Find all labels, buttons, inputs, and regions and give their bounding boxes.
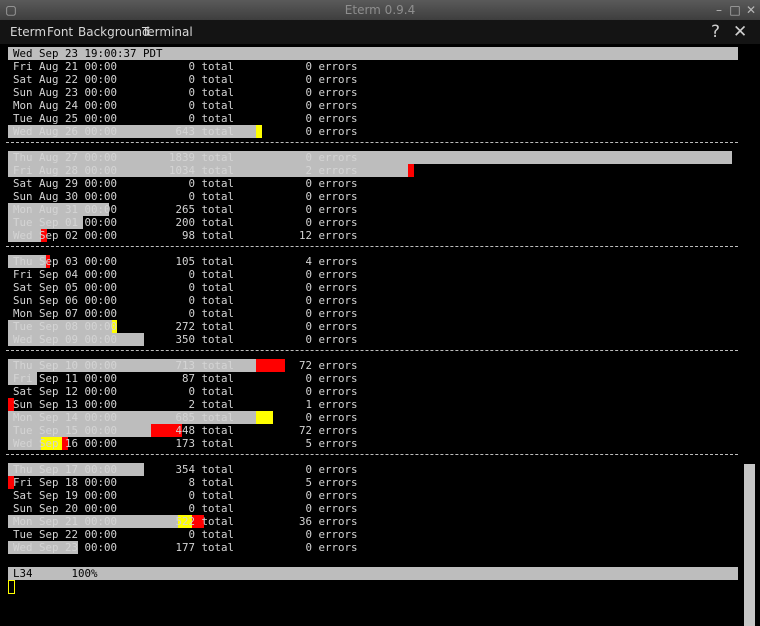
row-text: Wed Sep 23 00:00 177 total 0 errors [13,541,358,554]
table-row: Fri Sep 18 00:00 8 total 5 errors [8,476,738,489]
table-row: Tue Sep 08 00:00 272 total 0 errors [8,320,738,333]
table-row: Tue Sep 22 00:00 0 total 0 errors [8,528,738,541]
table-row: Fri Sep 11 00:00 87 total 0 errors [8,372,738,385]
week-separator [6,142,738,143]
table-row: Tue Sep 01 00:00 200 total 0 errors [8,216,738,229]
row-text: Sun Sep 13 00:00 2 total 1 errors [13,398,358,411]
table-row: Sun Sep 20 00:00 0 total 0 errors [8,502,738,515]
title-bar[interactable]: ▢ Eterm 0.9.4 – □ ✕ [0,0,760,20]
row-text: Mon Aug 24 00:00 0 total 0 errors [13,99,358,112]
table-row: Sun Aug 23 00:00 0 total 0 errors [8,86,738,99]
table-row: Sun Sep 13 00:00 2 total 1 errors [8,398,738,411]
row-text: Fri Sep 04 00:00 0 total 0 errors [13,268,358,281]
row-text: Tue Sep 01 00:00 200 total 0 errors [13,216,358,229]
row-text: Thu Sep 03 00:00 105 total 4 errors [13,255,358,268]
table-row: Sat Sep 05 00:00 0 total 0 errors [8,281,738,294]
scrollbar[interactable] [744,44,760,626]
maximize-icon[interactable]: □ [728,3,742,17]
table-row: Sat Aug 29 00:00 0 total 0 errors [8,177,738,190]
table-row: Sat Aug 22 00:00 0 total 0 errors [8,73,738,86]
table-row: Sun Sep 06 00:00 0 total 0 errors [8,294,738,307]
table-row: Fri Sep 04 00:00 0 total 0 errors [8,268,738,281]
status-line-text: L34 100% [13,567,98,580]
header-line: Wed Sep 23 19:00:37 PDT [8,47,738,60]
table-row: Thu Sep 10 00:00 713 total 72 errors [8,359,738,372]
row-text: Tue Sep 08 00:00 272 total 0 errors [13,320,358,333]
row-text: Fri Aug 28 00:00 1034 total 2 errors [13,164,358,177]
menu-eterm[interactable]: Eterm [10,25,46,39]
row-text: Fri Aug 21 00:00 0 total 0 errors [13,60,358,73]
table-row: Wed Sep 16 00:00 173 total 5 errors [8,437,738,450]
table-row: Sun Aug 30 00:00 0 total 0 errors [8,190,738,203]
terminal-area[interactable]: Wed Sep 23 19:00:37 PDT Fri Aug 21 00:00… [0,44,744,600]
row-text: Sat Aug 29 00:00 0 total 0 errors [13,177,358,190]
table-row: Tue Aug 25 00:00 0 total 0 errors [8,112,738,125]
row-text: Wed Sep 09 00:00 350 total 0 errors [13,333,358,346]
close-icon[interactable]: ✕ [733,22,747,42]
row-text: Mon Aug 31 00:00 265 total 0 errors [13,203,358,216]
table-row: Wed Sep 02 00:00 98 total 12 errors [8,229,738,242]
table-row: Wed Aug 26 00:00 643 total 0 errors [8,125,738,138]
window-title: Eterm 0.9.4 [344,3,416,17]
row-text: Thu Sep 17 00:00 354 total 0 errors [13,463,358,476]
table-row: Wed Sep 09 00:00 350 total 0 errors [8,333,738,346]
row-text: Sun Sep 06 00:00 0 total 0 errors [13,294,358,307]
histogram-bar-red [408,164,414,177]
menu-terminal[interactable]: Terminal [142,25,193,39]
minimize-icon[interactable]: – [712,3,726,17]
row-text: Wed Aug 26 00:00 643 total 0 errors [13,125,358,138]
row-text: Sat Aug 22 00:00 0 total 0 errors [13,73,358,86]
text-cursor [8,580,15,594]
row-text: Sat Sep 05 00:00 0 total 0 errors [13,281,358,294]
row-text: Mon Sep 07 00:00 0 total 0 errors [13,307,358,320]
week-separator [6,246,738,247]
table-row: Fri Aug 21 00:00 0 total 0 errors [8,60,738,73]
table-row: Sat Sep 12 00:00 0 total 0 errors [8,385,738,398]
row-text: Thu Aug 27 00:00 1839 total 0 errors [13,151,358,164]
row-text: Fri Sep 18 00:00 8 total 5 errors [13,476,358,489]
week-separator [6,350,738,351]
table-row: Thu Sep 17 00:00 354 total 0 errors [8,463,738,476]
table-row: Thu Aug 27 00:00 1839 total 0 errors [8,151,738,164]
row-text: Tue Sep 22 00:00 0 total 0 errors [13,528,358,541]
table-row: Tue Sep 15 00:00 448 total 72 errors [8,424,738,437]
week-separator [6,454,738,455]
status-line: L34 100% [8,567,738,580]
table-row: Thu Sep 03 00:00 105 total 4 errors [8,255,738,268]
table-row: Mon Sep 07 00:00 0 total 0 errors [8,307,738,320]
row-text: Sat Sep 19 00:00 0 total 0 errors [13,489,358,502]
row-text: Fri Sep 11 00:00 87 total 0 errors [13,372,358,385]
row-text: Sat Sep 12 00:00 0 total 0 errors [13,385,358,398]
menu-background[interactable]: Background [78,25,150,39]
header-line-text: Wed Sep 23 19:00:37 PDT [13,47,163,60]
table-row: Fri Aug 28 00:00 1034 total 2 errors [8,164,738,177]
row-text: Sun Sep 20 00:00 0 total 0 errors [13,502,358,515]
table-row: Mon Aug 31 00:00 265 total 0 errors [8,203,738,216]
row-text: Thu Sep 10 00:00 713 total 72 errors [13,359,358,372]
row-text: Mon Sep 14 00:00 685 total 0 errors [13,411,358,424]
table-row: Mon Sep 21 00:00 522 total 36 errors [8,515,738,528]
row-text: Sun Aug 23 00:00 0 total 0 errors [13,86,358,99]
row-text: Sun Aug 30 00:00 0 total 0 errors [13,190,358,203]
row-text: Tue Aug 25 00:00 0 total 0 errors [13,112,358,125]
table-row: Mon Aug 24 00:00 0 total 0 errors [8,99,738,112]
menu-bar: Eterm Font Background Terminal ? ✕ [0,20,760,44]
menu-font[interactable]: Font [47,25,73,39]
row-text: Wed Sep 16 00:00 173 total 5 errors [13,437,358,450]
row-text: Wed Sep 02 00:00 98 total 12 errors [13,229,358,242]
row-text: Tue Sep 15 00:00 448 total 72 errors [13,424,358,437]
help-icon[interactable]: ? [711,22,720,42]
table-row: Sat Sep 19 00:00 0 total 0 errors [8,489,738,502]
table-row: Mon Sep 14 00:00 685 total 0 errors [8,411,738,424]
row-text: Mon Sep 21 00:00 522 total 36 errors [13,515,358,528]
table-row: Wed Sep 23 00:00 177 total 0 errors [8,541,738,554]
close-window-icon[interactable]: ✕ [744,3,758,17]
scrollbar-thumb[interactable] [744,464,755,626]
